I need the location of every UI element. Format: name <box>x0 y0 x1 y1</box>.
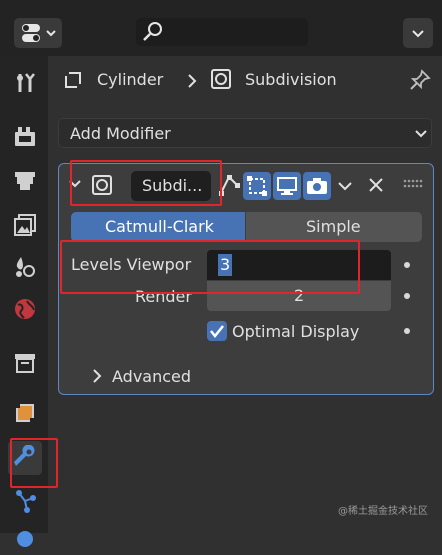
properties-main: Cylinder Subdivision Add Modifier Subdi.… <box>48 56 442 533</box>
breadcrumb-object: Cylinder <box>97 70 164 89</box>
search-icon <box>143 22 162 41</box>
type-simple-label: Simple <box>306 217 361 236</box>
checkmark-icon <box>210 325 224 339</box>
tab-scene[interactable] <box>8 250 42 284</box>
collection-icon <box>15 354 35 373</box>
tab-render[interactable] <box>8 120 42 154</box>
optimal-display-checkbox[interactable] <box>207 321 227 341</box>
tab-collection[interactable] <box>8 346 42 380</box>
add-modifier-label: Add Modifier <box>70 124 171 143</box>
tab-world[interactable] <box>8 292 42 326</box>
type-simple[interactable]: Simple <box>246 212 422 242</box>
close-icon[interactable] <box>367 176 385 194</box>
object-icon <box>15 403 35 423</box>
pin-icon[interactable] <box>408 68 432 92</box>
render-toggle[interactable] <box>303 172 331 200</box>
tab-physics[interactable] <box>8 521 42 555</box>
subdivision-modifier-icon <box>211 69 231 89</box>
chevron-right-icon[interactable] <box>91 368 103 384</box>
options-dropdown[interactable] <box>403 18 433 48</box>
tool-icon <box>17 73 35 92</box>
edit-mode-toggle[interactable] <box>243 172 271 200</box>
chevron-down-icon[interactable] <box>335 176 355 196</box>
chevron-down-icon <box>412 30 424 38</box>
watermark: @稀土掘金技术社区 <box>338 506 428 517</box>
tab-view-layer[interactable] <box>8 208 42 242</box>
physics-icon <box>17 531 33 547</box>
keyframe-dot[interactable] <box>404 262 410 268</box>
editor-type-icon <box>22 24 56 42</box>
realtime-toggle[interactable] <box>273 172 301 200</box>
tab-object[interactable] <box>8 396 42 430</box>
breadcrumb-modifier: Subdivision <box>245 70 337 89</box>
properties-header <box>0 0 442 56</box>
editor-type-dropdown[interactable] <box>14 18 62 48</box>
tab-tool[interactable] <box>8 66 42 100</box>
output-icon <box>15 172 35 190</box>
particles-icon <box>16 490 36 513</box>
view-layer-icon <box>14 214 36 236</box>
world-icon <box>15 299 35 319</box>
highlight-levels-viewport <box>60 240 360 294</box>
monitor-icon <box>277 177 297 195</box>
type-catmull-clark-label: Catmull-Clark <box>105 217 214 236</box>
highlight-modifier-name <box>70 160 222 206</box>
search-input[interactable] <box>136 18 308 46</box>
edit-mode-icon <box>247 176 267 196</box>
advanced-subpanel-header[interactable]: Advanced <box>112 367 191 386</box>
keyframe-dot[interactable] <box>404 293 410 299</box>
add-modifier-dropdown[interactable]: Add Modifier <box>58 118 432 148</box>
keyframe-dot[interactable] <box>404 328 410 334</box>
drag-handle-icon[interactable] <box>403 178 423 190</box>
breadcrumb: Cylinder Subdivision <box>48 56 442 102</box>
scene-icon <box>16 257 35 277</box>
chevron-right-icon <box>188 74 197 88</box>
object-mode-icon <box>64 71 82 89</box>
chevron-down-icon <box>415 130 427 138</box>
tab-particles[interactable] <box>8 483 42 517</box>
type-catmull-clark[interactable]: Catmull-Clark <box>71 212 245 242</box>
tab-output[interactable] <box>8 164 42 198</box>
optimal-display-label: Optimal Display <box>232 322 360 341</box>
camera-icon <box>307 178 327 194</box>
highlight-modifiers-tab <box>10 438 58 488</box>
render-icon <box>15 127 35 146</box>
